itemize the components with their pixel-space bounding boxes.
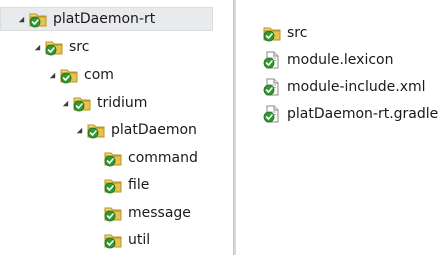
- tree-node-util[interactable]: util: [104, 228, 150, 252]
- tree-node-label: com: [84, 67, 114, 83]
- tree-node-platdaemon[interactable]: platDaemon: [74, 118, 197, 142]
- expanded-arrow-icon[interactable]: [32, 42, 42, 52]
- project-explorer-window: platDaemon-rt src com tridium platDaemon: [0, 0, 441, 255]
- folder-icon: [104, 176, 122, 194]
- tree-node-platdaemon-rt[interactable]: platDaemon-rt: [0, 7, 213, 31]
- content-item-module-lexicon[interactable]: module.lexicon: [263, 49, 393, 71]
- tree-node-tridium[interactable]: tridium: [60, 91, 147, 115]
- tree-node-label: platDaemon-rt: [53, 11, 156, 27]
- content-item-label: module-include.xml: [287, 79, 426, 95]
- expanded-arrow-icon[interactable]: [47, 70, 57, 80]
- content-item-src[interactable]: src: [263, 22, 307, 44]
- content-item-platdaemon-rt-gradle[interactable]: platDaemon-rt.gradle: [263, 103, 438, 125]
- file-icon: [263, 78, 281, 96]
- tree-node-label: file: [128, 177, 150, 193]
- folder-icon: [104, 149, 122, 167]
- tree-node-label: platDaemon: [111, 122, 197, 138]
- file-icon: [263, 105, 281, 123]
- content-pane: src module.lexicon module-include.xml pl…: [236, 0, 441, 255]
- tree-pane: platDaemon-rt src com tridium platDaemon: [0, 0, 233, 255]
- tree-node-file[interactable]: file: [104, 173, 149, 197]
- content-item-module-include-xml[interactable]: module-include.xml: [263, 76, 426, 98]
- expanded-arrow-icon[interactable]: [60, 98, 70, 108]
- project-folder-icon: [29, 10, 47, 28]
- tree-node-label: src: [69, 39, 90, 55]
- tree-node-message[interactable]: message: [104, 201, 191, 225]
- folder-icon: [60, 66, 78, 84]
- folder-icon: [104, 204, 122, 222]
- folder-icon: [263, 24, 281, 42]
- content-item-label: platDaemon-rt.gradle: [287, 106, 439, 122]
- folder-icon: [104, 231, 122, 249]
- tree-node-label: message: [128, 205, 191, 221]
- expanded-arrow-icon[interactable]: [16, 14, 26, 24]
- tree-node-com[interactable]: com: [47, 63, 114, 87]
- file-icon: [263, 51, 281, 69]
- content-item-label: src: [287, 25, 308, 41]
- tree-node-command[interactable]: command: [104, 146, 198, 170]
- tree-node-label: command: [128, 150, 198, 166]
- tree-node-label: tridium: [97, 95, 148, 111]
- folder-icon: [45, 38, 63, 56]
- content-item-label: module.lexicon: [287, 52, 394, 68]
- folder-icon: [73, 94, 91, 112]
- tree-node-label: util: [128, 232, 151, 248]
- expanded-arrow-icon[interactable]: [74, 125, 84, 135]
- folder-icon: [87, 121, 105, 139]
- tree-node-src[interactable]: src: [32, 35, 89, 59]
